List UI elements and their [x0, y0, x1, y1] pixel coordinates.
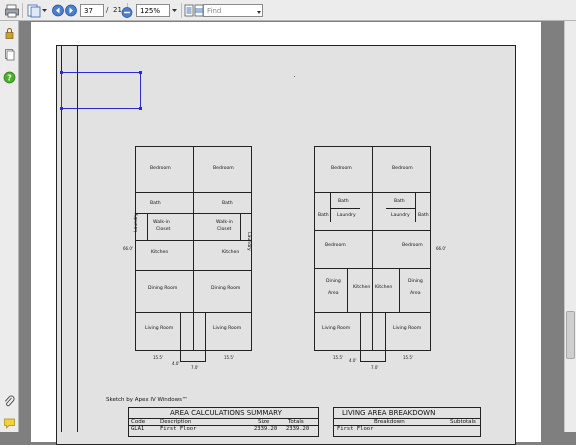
room-label: Area: [410, 291, 421, 296]
room-label: Dining Room: [211, 286, 241, 291]
dimension-label: 66.0': [123, 246, 134, 251]
toolbar: 37 / 21 125% Find: [0, 0, 576, 21]
dimension-label: 4.0': [172, 361, 180, 366]
room-label: Bedroom: [150, 166, 171, 171]
party-wall: [193, 146, 194, 351]
zoom-select[interactable]: 125%: [136, 4, 170, 17]
room-label: Closet: [156, 227, 171, 232]
room-label: Bedroom: [213, 166, 234, 171]
room-label: Bedroom: [331, 166, 352, 171]
room-label: Living Room: [393, 326, 422, 331]
room-label: Laundry: [391, 213, 410, 218]
party-wall: [372, 146, 373, 351]
navigation-panel: ?: [0, 21, 19, 432]
dimension-label: 66.0': [436, 246, 447, 251]
dimension-label: 15.5': [224, 355, 235, 360]
fit-page-icon[interactable]: [184, 3, 194, 18]
room-label: Bath: [222, 201, 233, 206]
lock-icon[interactable]: [3, 27, 16, 40]
dimension-label: 15.5': [333, 355, 344, 360]
comment-icon[interactable]: [3, 417, 16, 430]
room-label: Bath: [150, 201, 161, 206]
paperclip-icon[interactable]: [3, 395, 16, 408]
room-label: Kitchen: [222, 250, 240, 255]
room-label: Walk-in: [153, 220, 170, 225]
room-label: Laundry: [134, 213, 139, 232]
table-header: Breakdown: [374, 419, 405, 425]
sketch-credit: Sketch by Apex IV Windows™: [106, 397, 188, 403]
table-header: Subtotals: [450, 419, 476, 425]
pages-panel-icon[interactable]: [26, 3, 42, 18]
room-label: Bath: [338, 199, 349, 204]
table-header: Description: [160, 419, 192, 425]
table-cell: First Floor: [160, 426, 197, 432]
stray-mark: [294, 76, 295, 77]
room-label: Walk-in: [216, 220, 233, 225]
page-number-input[interactable]: 37: [80, 4, 104, 17]
chevron-down-icon[interactable]: [41, 3, 48, 18]
room-label: Kitchen: [151, 250, 169, 255]
room-label: Laundry: [246, 232, 251, 251]
room-label: Kitchen: [375, 285, 393, 290]
dimension-label: 4.0': [349, 358, 357, 363]
table-cell: GLA1: [131, 426, 145, 432]
room-label: Living Room: [322, 326, 351, 331]
table-title: AREA CALCULATIONS SUMMARY: [170, 409, 282, 417]
svg-text:?: ?: [7, 73, 12, 82]
find-dropdown-icon[interactable]: [256, 4, 262, 19]
room-label: Bath: [318, 213, 329, 218]
room-label: Area: [328, 291, 339, 296]
room-label: Bedroom: [325, 243, 346, 248]
room-label: Dining Room: [148, 286, 178, 291]
selection-rectangle[interactable]: [61, 72, 141, 109]
table-header: Size: [258, 419, 270, 425]
zoom-out-icon[interactable]: [121, 4, 133, 19]
vertical-scrollbar[interactable]: [564, 21, 576, 432]
dimension-label: 7.0': [191, 365, 199, 370]
room-label: Closet: [217, 227, 232, 232]
room-label: Bath: [418, 213, 429, 218]
room-label: Living Room: [145, 326, 174, 331]
room-label: Bedroom: [402, 243, 423, 248]
room-label: Laundry: [337, 213, 356, 218]
room-label: Living Room: [213, 326, 242, 331]
selection-handle[interactable]: [139, 107, 142, 110]
room-label: Dining: [326, 279, 341, 284]
dimension-label: 15.5': [403, 355, 414, 360]
help-icon[interactable]: ?: [3, 71, 16, 84]
page-separator: /: [106, 6, 109, 14]
pages-icon[interactable]: [3, 48, 16, 61]
dimension-label: 15.5': [153, 355, 164, 360]
table-header: Code: [131, 419, 146, 425]
table-cell: 2339.20: [286, 426, 310, 432]
scrollbar-thumb[interactable]: [566, 311, 575, 359]
zoom-dropdown-icon[interactable]: [171, 3, 178, 18]
table-header: Totals: [288, 419, 304, 425]
dimension-label: 7.0': [371, 365, 379, 370]
room-label: Kitchen: [353, 285, 371, 290]
selection-handle[interactable]: [139, 71, 142, 74]
room-label: Dining: [408, 279, 423, 284]
selection-handle[interactable]: [60, 107, 63, 110]
table-cell: First Floor: [337, 426, 374, 432]
table-title: LIVING AREA BREAKDOWN: [342, 409, 436, 417]
selection-handle[interactable]: [60, 71, 63, 74]
room-label: Bedroom: [392, 166, 413, 171]
find-input[interactable]: Find: [203, 4, 263, 17]
table-cell: 2339.20: [254, 426, 278, 432]
room-label: Bath: [394, 199, 405, 204]
print-icon[interactable]: [4, 3, 20, 18]
next-page-icon[interactable]: [63, 3, 79, 18]
